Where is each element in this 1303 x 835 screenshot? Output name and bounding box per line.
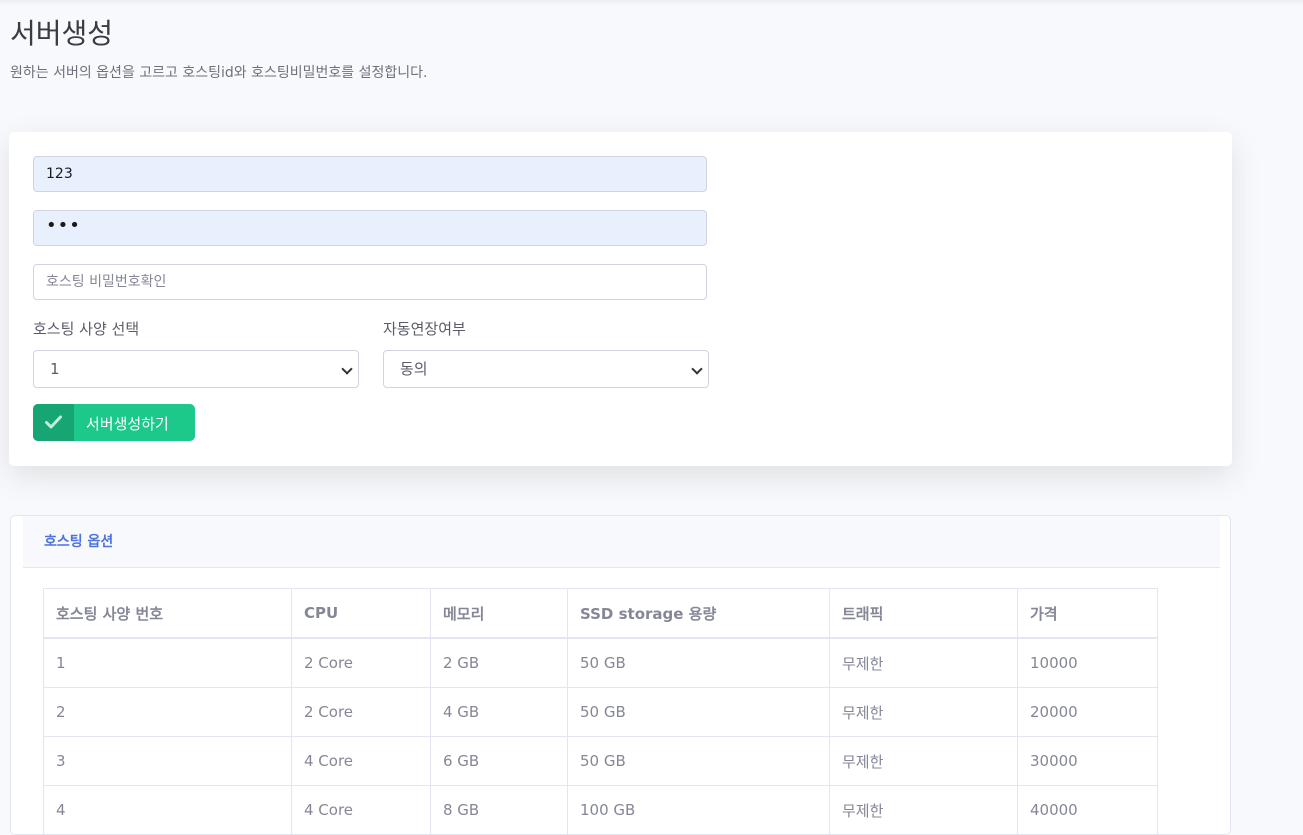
create-server-button-label: 서버생성하기: [86, 415, 169, 433]
check-icon: [33, 404, 74, 441]
hosting-options-table: 호스팅 사양 번호 CPU 메모리 SSD storage 용량 트래픽 가격 …: [43, 588, 1158, 835]
table-cell: 30000: [1017, 736, 1158, 786]
table-cell: 8 GB: [430, 785, 568, 835]
chevron-down-icon: [691, 363, 703, 375]
create-server-button[interactable]: 서버생성하기: [33, 404, 195, 441]
page-description: 원하는 서버의 옵션을 고르고 호스팅id와 호스팅비밀번호를 설정합니다.: [10, 65, 428, 81]
column-header: SSD storage 용량: [567, 588, 830, 639]
table-cell: 40000: [1017, 785, 1158, 835]
table-row: 2 2 Core 4 GB 50 GB 무제한 20000: [43, 687, 1158, 737]
column-header: 가격: [1017, 588, 1158, 639]
hosting-id-input[interactable]: 123: [33, 156, 707, 192]
spec-select[interactable]: 1: [33, 350, 359, 388]
column-header: 메모리: [430, 588, 568, 639]
server-create-form-card: 123 ••• 호스팅 비밀번호확인 호스팅 사양 선택 자동연장여부 1 동의…: [9, 132, 1232, 466]
hosting-password-confirm-input[interactable]: 호스팅 비밀번호확인: [33, 264, 707, 300]
hosting-options-card: 호스팅 옵션 호스팅 사양 번호 CPU 메모리 SSD storage 용량 …: [10, 515, 1231, 835]
chevron-down-icon: [341, 363, 353, 375]
table-row: 3 4 Core 6 GB 50 GB 무제한 30000: [43, 736, 1158, 786]
table-cell: 무제한: [829, 637, 1018, 688]
table-cell: 2 Core: [291, 637, 431, 688]
card-header: 호스팅 옵션: [23, 516, 1220, 568]
table-cell: 2: [43, 687, 292, 737]
table-cell: 4: [43, 785, 292, 835]
table-cell: 100 GB: [567, 785, 830, 835]
table-cell: 4 GB: [430, 687, 568, 737]
table-cell: 무제한: [829, 785, 1018, 835]
table-cell: 4 Core: [291, 736, 431, 786]
auto-renew-select-value: 동의: [400, 360, 428, 378]
table-cell: 10000: [1017, 637, 1158, 688]
table-cell: 50 GB: [567, 736, 830, 786]
hosting-password-input[interactable]: •••: [33, 210, 707, 246]
table-cell: 50 GB: [567, 637, 830, 688]
table-cell: 2 Core: [291, 687, 431, 737]
auto-renew-select[interactable]: 동의: [383, 350, 709, 388]
table-cell: 무제한: [829, 687, 1018, 737]
spec-select-value: 1: [50, 360, 60, 378]
table-cell: 1: [43, 637, 292, 688]
table-cell: 6 GB: [430, 736, 568, 786]
table-header-row: 호스팅 사양 번호 CPU 메모리 SSD storage 용량 트래픽 가격: [43, 588, 1158, 639]
column-header: CPU: [291, 588, 431, 639]
table-row: 4 4 Core 8 GB 100 GB 무제한 40000: [43, 785, 1158, 835]
card-title: 호스팅 옵션: [44, 534, 114, 550]
table-cell: 무제한: [829, 736, 1018, 786]
table-row: 1 2 Core 2 GB 50 GB 무제한 10000: [43, 637, 1158, 688]
auto-renew-label: 자동연장여부: [383, 320, 466, 338]
table-cell: 3: [43, 736, 292, 786]
page-title: 서버생성: [10, 17, 114, 50]
table-cell: 4 Core: [291, 785, 431, 835]
spec-select-label: 호스팅 사양 선택: [33, 320, 140, 338]
column-header: 트래픽: [829, 588, 1018, 639]
table-cell: 2 GB: [430, 637, 568, 688]
column-header: 호스팅 사양 번호: [43, 588, 292, 639]
top-shadow: [0, 0, 1303, 6]
table-cell: 50 GB: [567, 687, 830, 737]
table-cell: 20000: [1017, 687, 1158, 737]
